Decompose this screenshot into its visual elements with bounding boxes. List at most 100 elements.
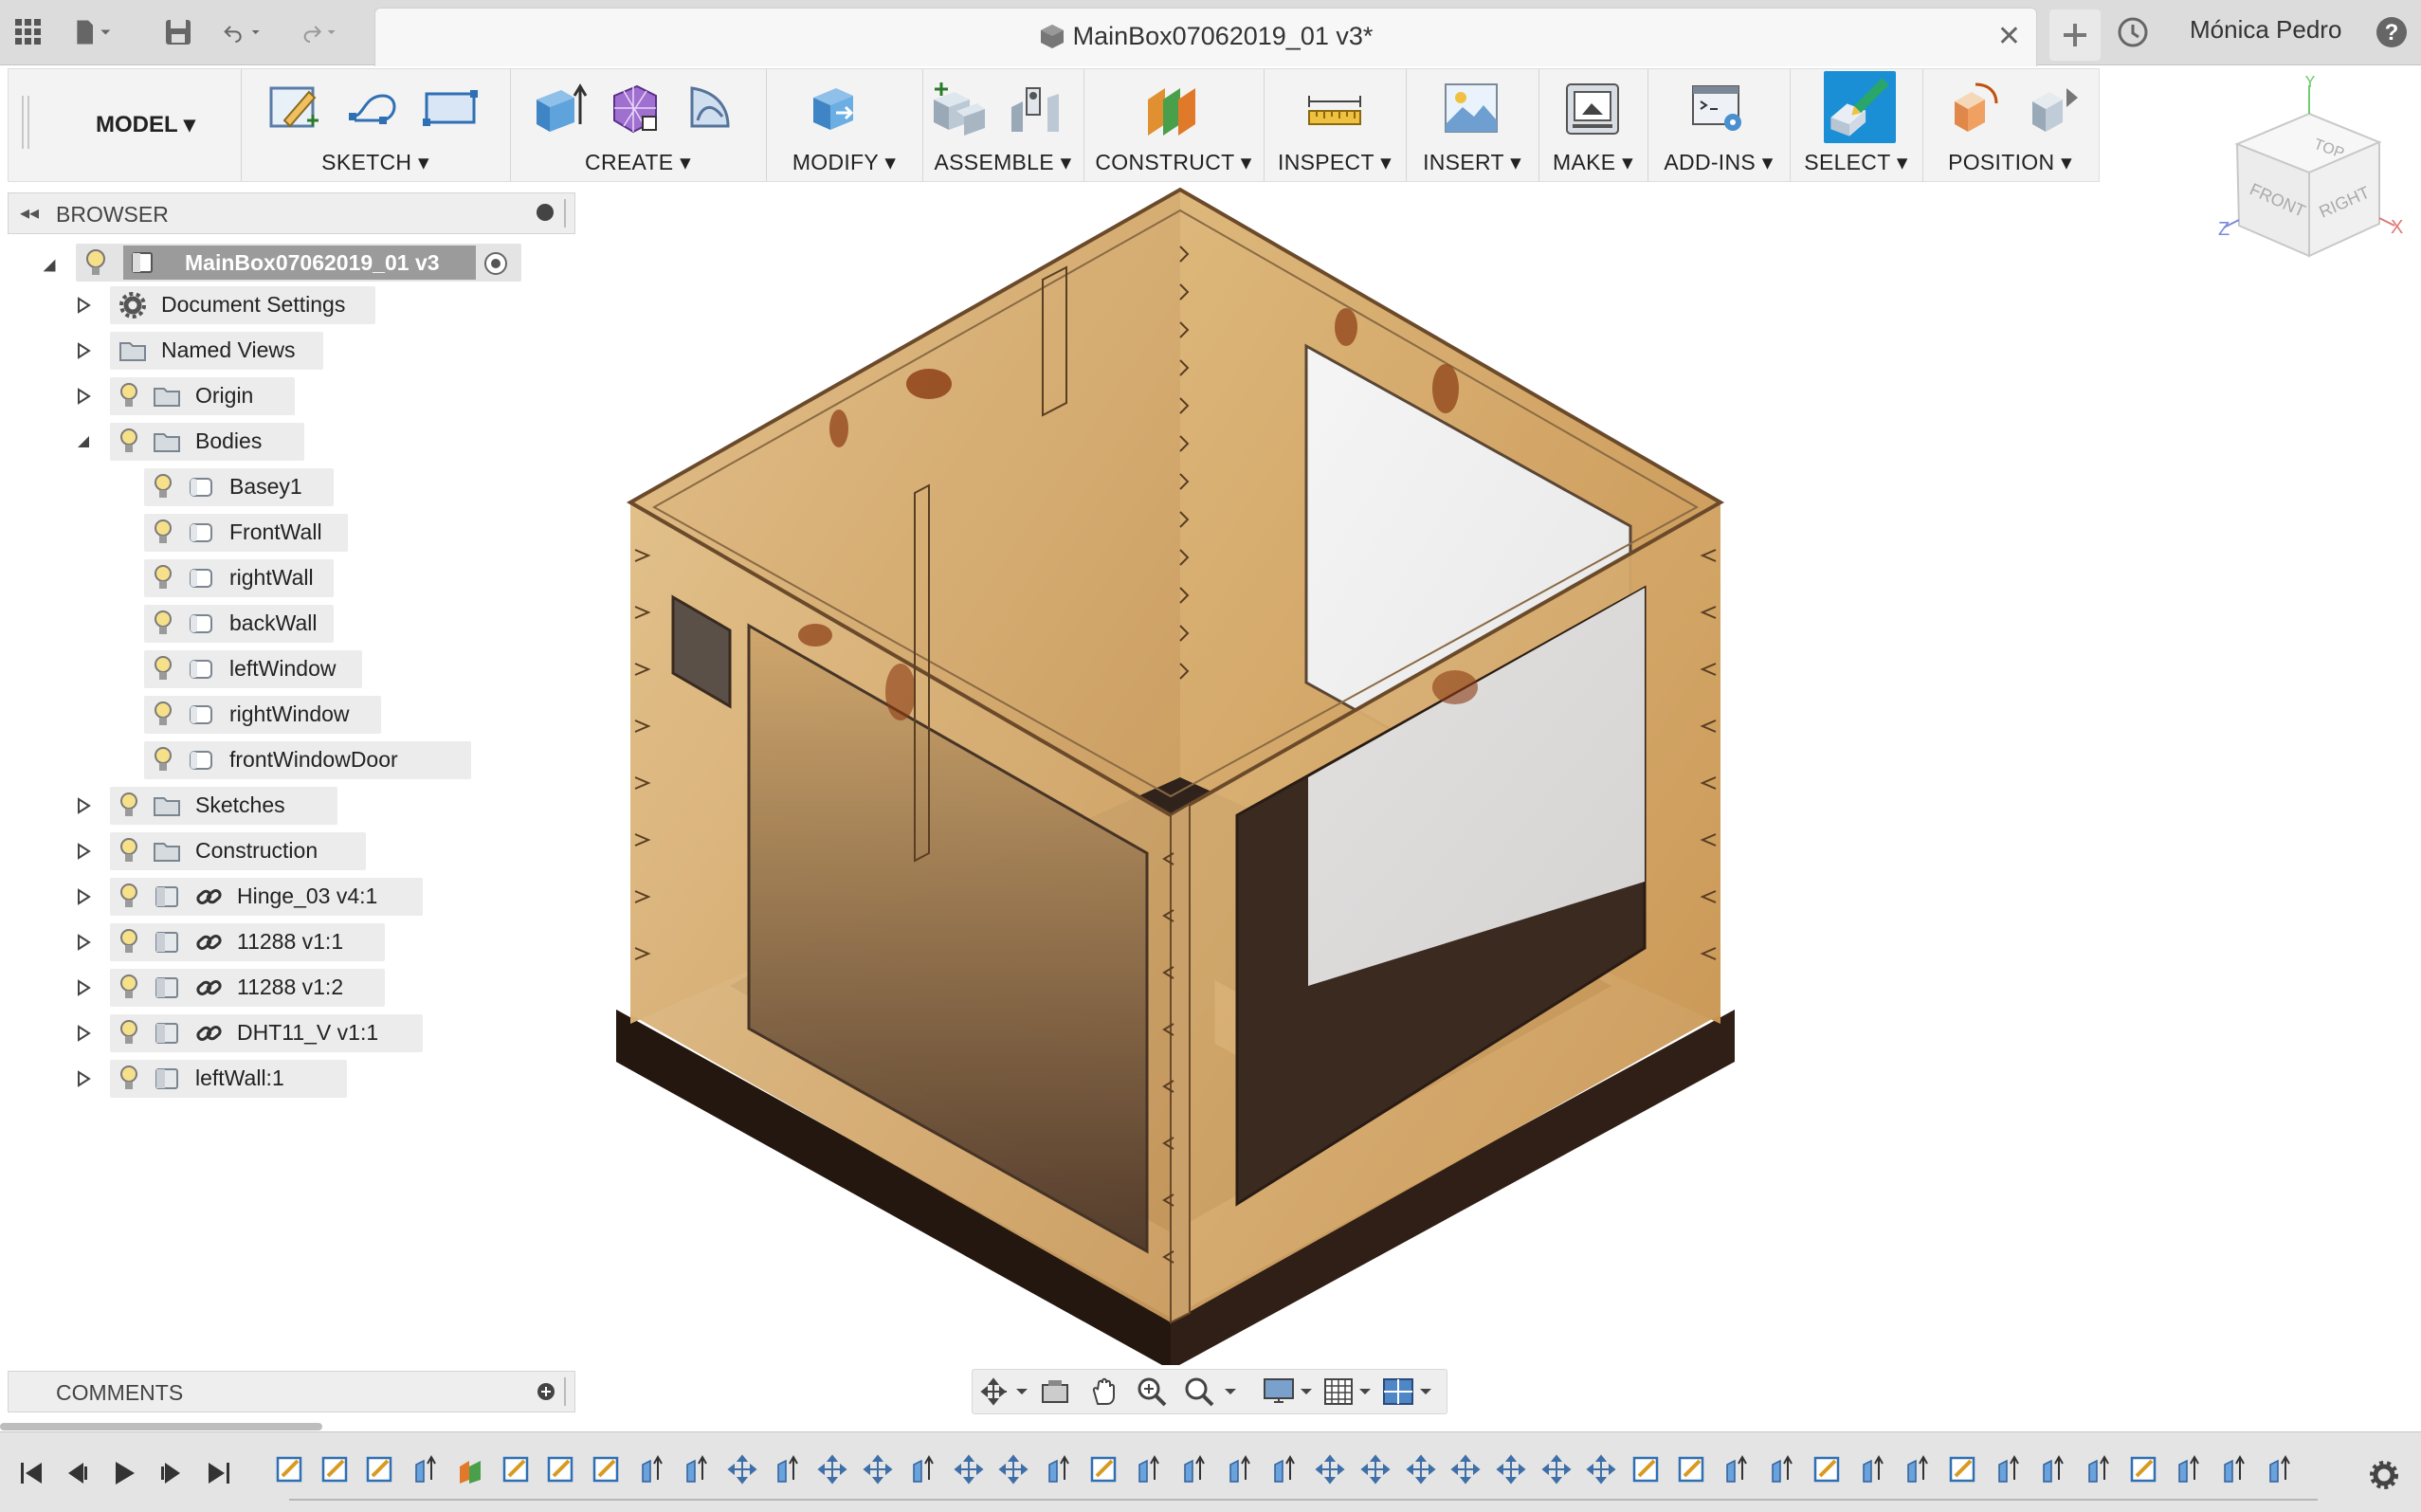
timeline-extrude-icon[interactable] [1993, 1453, 2024, 1485]
go-to-start-icon[interactable] [17, 1459, 46, 1487]
timeline-extrude-icon[interactable] [1902, 1453, 1933, 1485]
browser-pin-icon[interactable] [537, 204, 554, 221]
display-settings-icon[interactable] [1263, 1375, 1318, 1408]
browser-row-leftwall-1[interactable]: leftWall:1 [0, 1056, 578, 1102]
timeline-extrude-icon[interactable] [1269, 1453, 1300, 1485]
timeline-sketch-icon[interactable] [365, 1453, 395, 1485]
redo-icon[interactable] [299, 13, 337, 51]
visibility-bulb-icon[interactable] [118, 1064, 140, 1094]
browser-item-label[interactable]: rightWindow [229, 701, 350, 727]
visibility-bulb-icon[interactable] [118, 427, 140, 457]
comments-panel-header[interactable]: COMMENTS [8, 1371, 575, 1412]
timeline-sketch-icon[interactable] [1089, 1453, 1119, 1485]
step-forward-icon[interactable] [157, 1459, 186, 1487]
insert-image-icon[interactable] [1442, 79, 1501, 137]
visibility-bulb-icon[interactable] [118, 973, 140, 1003]
browser-row-hinge-03-v4-1[interactable]: Hinge_03 v4:1 [0, 874, 578, 920]
timeline-extrude-icon[interactable] [2219, 1453, 2249, 1485]
timeline-extrude-icon[interactable] [410, 1453, 441, 1485]
revert-position-icon[interactable] [2025, 79, 2084, 137]
joint-icon[interactable] [1006, 79, 1065, 137]
scripts-addins-icon[interactable] [1689, 79, 1748, 137]
user-account-name[interactable]: Mónica Pedro [2190, 15, 2341, 45]
line-tool-icon[interactable] [345, 79, 404, 137]
browser-row-backwall[interactable]: backWall [0, 601, 578, 647]
timeline-move-icon[interactable] [1586, 1453, 1616, 1485]
timeline-extrude-icon[interactable] [682, 1453, 712, 1485]
viewports-icon[interactable] [1382, 1375, 1437, 1408]
close-tab-icon[interactable]: ✕ [1997, 20, 2021, 53]
collapse-panel-icon[interactable]: ◂◂ [20, 201, 39, 225]
timeline-extrude-icon[interactable] [1044, 1453, 1074, 1485]
visibility-bulb-icon[interactable] [118, 927, 140, 957]
select-menu[interactable]: SELECT ▾ [1790, 150, 1922, 175]
offset-plane-icon[interactable] [1142, 79, 1201, 137]
timeline-extrude-icon[interactable] [1721, 1453, 1752, 1485]
timeline-move-icon[interactable] [1406, 1453, 1436, 1485]
expand-triangle-icon[interactable] [74, 978, 93, 997]
browser-item-label[interactable]: rightWall [229, 565, 314, 591]
timeline-extrude-icon[interactable] [1225, 1453, 1255, 1485]
visibility-bulb-icon[interactable] [118, 882, 140, 912]
new-tab-plus-icon[interactable] [2049, 9, 2101, 61]
form-freeform-icon[interactable] [605, 79, 664, 137]
browser-item-label[interactable]: Origin [195, 383, 253, 409]
expand-triangle-icon[interactable] [74, 1024, 93, 1043]
browser-item-label[interactable]: 11288 v1:1 [237, 929, 343, 955]
make-menu[interactable]: MAKE ▾ [1538, 150, 1647, 175]
expand-triangle-icon[interactable] [74, 1069, 93, 1088]
browser-panel-header[interactable]: ◂◂ BROWSER [8, 192, 575, 234]
visibility-bulb-icon[interactable] [152, 609, 174, 639]
timeline-sketch-icon[interactable] [501, 1453, 532, 1485]
expand-triangle-icon[interactable] [74, 387, 93, 406]
browser-row-origin[interactable]: Origin [0, 373, 578, 419]
browser-item-label[interactable]: Named Views [161, 337, 295, 363]
capture-position-icon[interactable] [1947, 79, 2006, 137]
collapse-triangle-icon[interactable] [74, 432, 93, 451]
browser-item-label[interactable]: Document Settings [161, 292, 345, 318]
play-icon[interactable] [110, 1459, 138, 1487]
pan-hand-icon[interactable] [1088, 1375, 1120, 1408]
browser-item-label[interactable]: Basey1 [229, 474, 302, 500]
assemble-menu[interactable]: ASSEMBLE ▾ [922, 150, 1083, 175]
timeline-move-icon[interactable] [1450, 1453, 1481, 1485]
browser-item-label[interactable]: leftWall:1 [195, 1066, 284, 1091]
job-status-clock-icon[interactable] [2114, 13, 2152, 51]
timeline-sketch-icon[interactable] [1948, 1453, 1978, 1485]
position-menu[interactable]: POSITION ▾ [1922, 150, 2098, 175]
browser-item-label[interactable]: Hinge_03 v4:1 [237, 884, 377, 909]
step-back-icon[interactable] [63, 1459, 91, 1487]
browser-row-rightwall[interactable]: rightWall [0, 556, 578, 601]
timeline-settings-gear-icon[interactable] [2368, 1459, 2400, 1491]
timeline-move-icon[interactable] [954, 1453, 984, 1485]
create-menu[interactable]: CREATE ▾ [510, 150, 766, 175]
visibility-bulb-icon[interactable] [83, 248, 108, 279]
expand-triangle-icon[interactable] [74, 842, 93, 861]
go-to-end-icon[interactable] [205, 1459, 233, 1487]
add-comment-icon[interactable] [537, 1382, 555, 1401]
measure-icon[interactable] [1305, 79, 1364, 137]
workspace-switcher[interactable]: MODEL ▾ [9, 69, 242, 181]
timeline-move-icon[interactable] [1496, 1453, 1526, 1485]
grid-snap-icon[interactable] [1323, 1375, 1378, 1408]
help-icon[interactable]: ? [2373, 13, 2411, 51]
expand-triangle-icon[interactable] [74, 887, 93, 906]
document-tab[interactable]: MainBox07062019_01 v3* ✕ [374, 8, 2037, 66]
expand-triangle-icon[interactable] [74, 296, 93, 315]
3d-print-icon[interactable] [1563, 79, 1622, 137]
browser-row-frontwindowdoor[interactable]: frontWindowDoor [0, 738, 578, 783]
timeline-sketch-icon[interactable] [1677, 1453, 1707, 1485]
timeline-extrude-icon[interactable] [1134, 1453, 1164, 1485]
browser-item-label[interactable]: Bodies [195, 428, 262, 454]
browser-item-label[interactable]: leftWindow [229, 656, 336, 682]
horizontal-scrollbar[interactable] [0, 1423, 322, 1430]
inspect-menu[interactable]: INSPECT ▾ [1264, 150, 1406, 175]
browser-item-label[interactable]: backWall [229, 610, 317, 636]
browser-row-rightwindow[interactable]: rightWindow [0, 692, 578, 738]
timeline-sketch-icon[interactable] [546, 1453, 576, 1485]
visibility-bulb-icon[interactable] [152, 745, 174, 775]
browser-row-11288-v1-2[interactable]: 11288 v1:2 [0, 965, 578, 1011]
timeline-extrude-icon[interactable] [773, 1453, 803, 1485]
browser-item-label[interactable]: Sketches [195, 792, 285, 818]
timeline-move-icon[interactable] [863, 1453, 893, 1485]
